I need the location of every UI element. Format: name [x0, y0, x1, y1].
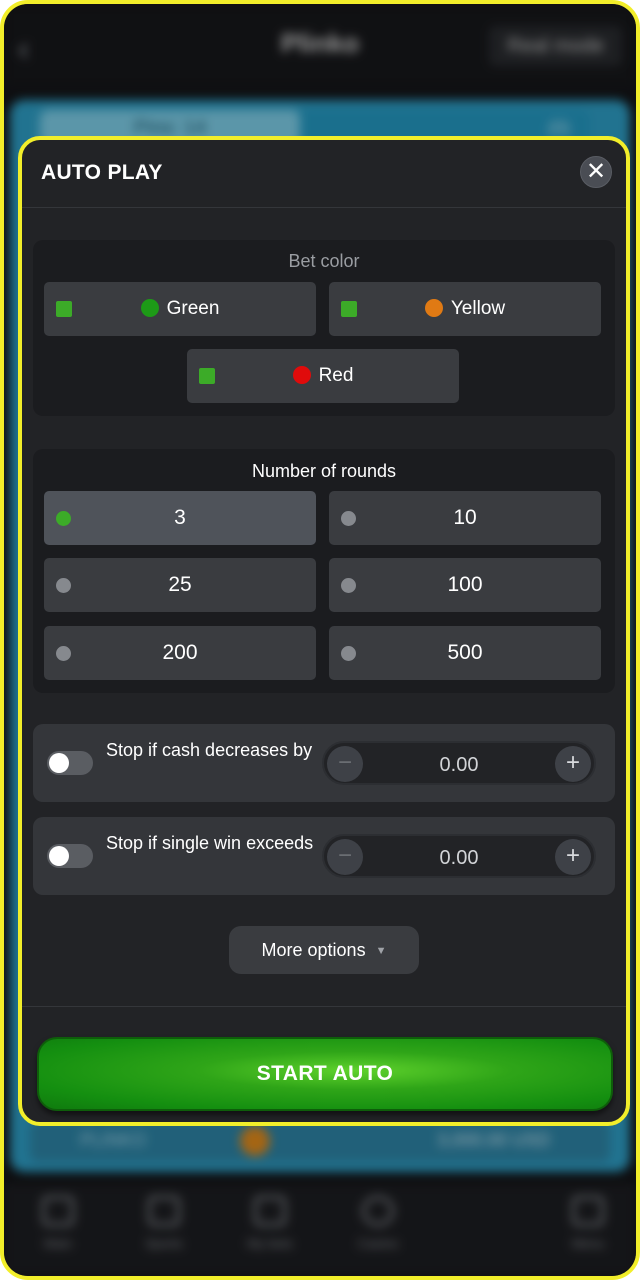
- rounds-option-500[interactable]: 500: [329, 626, 601, 680]
- plus-button[interactable]: +: [555, 839, 591, 875]
- phone-frame: ‹ Plinko Real mode Pins: 14 (0) PLINKO 3…: [0, 0, 640, 1280]
- rounds-option-3[interactable]: 3: [44, 491, 316, 545]
- stop-decrease-label: Stop if cash decreases by: [106, 740, 313, 760]
- rounds-option-25[interactable]: 25: [44, 558, 316, 612]
- toggle-knob: [49, 753, 69, 773]
- stop-win-value[interactable]: 0.00: [324, 847, 594, 870]
- modal-header: AUTO PLAY ✕: [22, 140, 626, 208]
- bet-color-label: Yellow: [450, 298, 506, 319]
- stop-decrease-toggle[interactable]: [47, 751, 93, 775]
- rounds-value: 200: [162, 641, 198, 664]
- rounds-value: 10: [453, 506, 477, 529]
- bet-color-green[interactable]: Green: [44, 282, 316, 336]
- modal-title: AUTO PLAY: [41, 161, 163, 184]
- stop-win-label: Stop if single win exceeds: [106, 833, 314, 853]
- bet-color-yellow[interactable]: Yellow: [329, 282, 601, 336]
- rounds-value: 100: [447, 573, 483, 596]
- rounds-option-10[interactable]: 10: [329, 491, 601, 545]
- rounds-card: Number of rounds 3 10 25 100 200 500: [33, 449, 615, 693]
- bet-color-red[interactable]: Red: [187, 349, 459, 403]
- rounds-title: Number of rounds: [251, 461, 397, 481]
- more-options-button[interactable]: More options ▼: [229, 926, 419, 974]
- stop-decrease-value[interactable]: 0.00: [324, 754, 594, 777]
- stop-win-stepper: − 0.00 +: [322, 834, 596, 878]
- close-icon[interactable]: ✕: [580, 156, 612, 188]
- toggle-knob: [49, 846, 69, 866]
- bet-color-label: Red: [318, 365, 354, 386]
- stop-decrease-stepper: − 0.00 +: [322, 741, 596, 785]
- rounds-value: 25: [168, 573, 192, 596]
- orange-dot-icon: [424, 299, 443, 317]
- stop-single-win-row: Stop if single win exceeds − 0.00 +: [33, 817, 615, 895]
- green-dot-icon: [140, 299, 159, 317]
- plus-button[interactable]: +: [555, 746, 591, 782]
- more-options-label: More options: [261, 940, 366, 960]
- rounds-value: 500: [447, 641, 483, 664]
- red-dot-icon: [292, 366, 311, 384]
- chevron-down-icon: ▼: [375, 945, 387, 957]
- bet-color-title: Bet color: [288, 251, 360, 271]
- rounds-value: 3: [174, 506, 186, 529]
- rounds-option-200[interactable]: 200: [44, 626, 316, 680]
- start-auto-button[interactable]: START AUTO: [37, 1037, 613, 1111]
- bet-color-label: Green: [166, 298, 220, 319]
- auto-play-modal: AUTO PLAY ✕ Bet color Green Yellow Red N…: [18, 136, 630, 1126]
- bet-color-card: Bet color Green Yellow Red: [33, 240, 615, 416]
- divider: [22, 1006, 626, 1007]
- stop-cash-decrease-row: Stop if cash decreases by − 0.00 +: [33, 724, 615, 802]
- rounds-option-100[interactable]: 100: [329, 558, 601, 612]
- stop-win-toggle[interactable]: [47, 844, 93, 868]
